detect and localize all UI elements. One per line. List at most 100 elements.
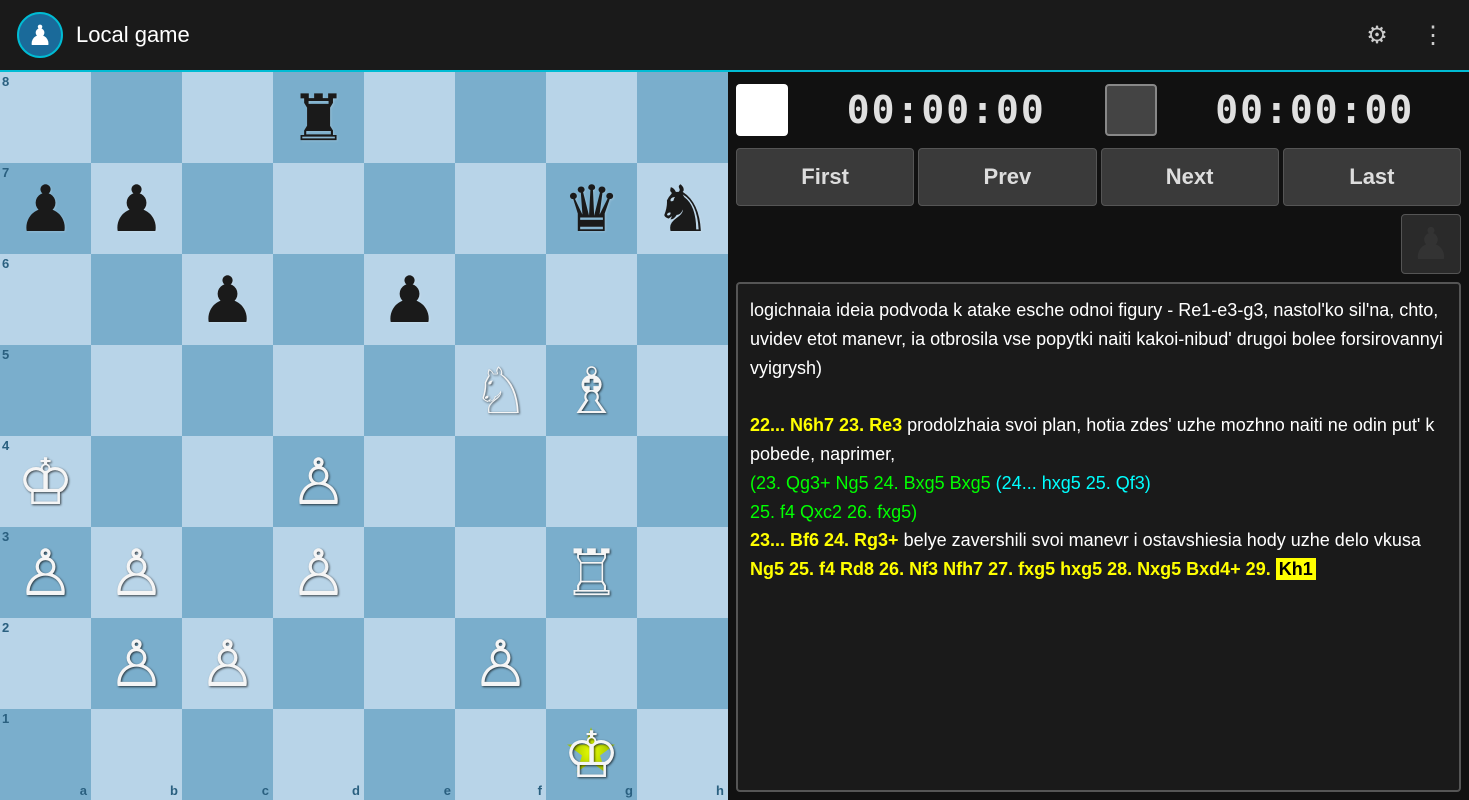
board-cell-e5[interactable] bbox=[364, 345, 455, 436]
board-cell-c3[interactable] bbox=[182, 527, 273, 618]
piece-d3: ♙ bbox=[290, 541, 347, 605]
board-cell-a3[interactable]: 3♙ bbox=[0, 527, 91, 618]
board-cell-d4[interactable]: ♙ bbox=[273, 436, 364, 527]
board-cell-e7[interactable] bbox=[364, 163, 455, 254]
board-cell-b5[interactable] bbox=[91, 345, 182, 436]
board-cell-h3[interactable] bbox=[637, 527, 728, 618]
board-cell-b7[interactable]: ♟ bbox=[91, 163, 182, 254]
board-cell-e6[interactable]: ♟ bbox=[364, 254, 455, 345]
board-cell-h4[interactable] bbox=[637, 436, 728, 527]
white-player-icon bbox=[736, 84, 788, 136]
titlebar: ♟ Local game ⚙ ⋮ bbox=[0, 0, 1469, 72]
board-cell-f6[interactable] bbox=[455, 254, 546, 345]
board-cell-h5[interactable] bbox=[637, 345, 728, 436]
board-cell-b8[interactable] bbox=[91, 72, 182, 163]
piece-g1: ♔ bbox=[563, 723, 620, 787]
board-cell-e4[interactable] bbox=[364, 436, 455, 527]
rank-label-7: 7 bbox=[2, 165, 9, 180]
commentary-box[interactable]: logichnaia ideia podvoda k atake esche o… bbox=[736, 282, 1461, 792]
board-cell-e2[interactable] bbox=[364, 618, 455, 709]
board-cell-f5[interactable]: ♘ bbox=[455, 345, 546, 436]
settings-icon[interactable]: ⚙ bbox=[1357, 15, 1397, 55]
board-cell-d7[interactable] bbox=[273, 163, 364, 254]
rank-label-1: 1 bbox=[2, 711, 9, 726]
board-cell-c4[interactable] bbox=[182, 436, 273, 527]
board-cell-g7[interactable]: ♛ bbox=[546, 163, 637, 254]
main-content: 8♜7♟♟♛♞6♟♟5♘♗4♔♙3♙♙♙♖2♙♙♙1abcdefg♔h 00:0… bbox=[0, 72, 1469, 800]
board-cell-f2[interactable]: ♙ bbox=[455, 618, 546, 709]
white-timer: 00:00:00 bbox=[800, 88, 1093, 132]
board-cell-a7[interactable]: 7♟ bbox=[0, 163, 91, 254]
file-label-c: c bbox=[262, 783, 269, 798]
next-button[interactable]: Next bbox=[1101, 148, 1279, 206]
piece-c2: ♙ bbox=[199, 632, 256, 696]
file-label-d: d bbox=[352, 783, 360, 798]
board-cell-g8[interactable] bbox=[546, 72, 637, 163]
nav-buttons: First Prev Next Last bbox=[736, 148, 1461, 206]
first-button[interactable]: First bbox=[736, 148, 914, 206]
board-cell-a1[interactable]: 1a bbox=[0, 709, 91, 800]
board-cell-a6[interactable]: 6 bbox=[0, 254, 91, 345]
piece-e6: ♟ bbox=[381, 268, 438, 332]
board-cell-e1[interactable]: e bbox=[364, 709, 455, 800]
commentary-text1: logichnaia ideia podvoda k atake esche o… bbox=[750, 300, 1443, 378]
piece-d4: ♙ bbox=[290, 450, 347, 514]
piece-g5: ♗ bbox=[563, 359, 620, 423]
file-label-f: f bbox=[538, 783, 542, 798]
board-cell-f7[interactable] bbox=[455, 163, 546, 254]
board-cell-e8[interactable] bbox=[364, 72, 455, 163]
board-cell-g1[interactable]: g♔ bbox=[546, 709, 637, 800]
board-cell-a8[interactable]: 8 bbox=[0, 72, 91, 163]
board-cell-b2[interactable]: ♙ bbox=[91, 618, 182, 709]
piece-a4: ♔ bbox=[17, 450, 74, 514]
board-cell-h2[interactable] bbox=[637, 618, 728, 709]
board-cell-b6[interactable] bbox=[91, 254, 182, 345]
board-cell-g6[interactable] bbox=[546, 254, 637, 345]
board-cell-g4[interactable] bbox=[546, 436, 637, 527]
chess-board[interactable]: 8♜7♟♟♛♞6♟♟5♘♗4♔♙3♙♙♙♖2♙♙♙1abcdefg♔h bbox=[0, 72, 728, 800]
board-cell-h6[interactable] bbox=[637, 254, 728, 345]
board-cell-f1[interactable]: f bbox=[455, 709, 546, 800]
board-cell-c8[interactable] bbox=[182, 72, 273, 163]
more-icon[interactable]: ⋮ bbox=[1413, 15, 1453, 55]
board-cell-c6[interactable]: ♟ bbox=[182, 254, 273, 345]
board-cell-c2[interactable]: ♙ bbox=[182, 618, 273, 709]
board-cell-d8[interactable]: ♜ bbox=[273, 72, 364, 163]
board-cell-a4[interactable]: 4♔ bbox=[0, 436, 91, 527]
rank-label-3: 3 bbox=[2, 529, 9, 544]
commentary-variation1: (23. Qg3+ Ng5 24. Bxg5 Bxg5 bbox=[750, 473, 991, 493]
piece-a7: ♟ bbox=[17, 177, 74, 241]
board-cell-g3[interactable]: ♖ bbox=[546, 527, 637, 618]
board-cell-b3[interactable]: ♙ bbox=[91, 527, 182, 618]
board-cell-f4[interactable] bbox=[455, 436, 546, 527]
commentary-move2: 23... Bf6 24. Rg3+ bbox=[750, 530, 899, 550]
prev-button[interactable]: Prev bbox=[918, 148, 1096, 206]
board-cell-b4[interactable] bbox=[91, 436, 182, 527]
piece-a3: ♙ bbox=[17, 541, 74, 605]
board-cell-g2[interactable] bbox=[546, 618, 637, 709]
black-player-icon bbox=[1105, 84, 1157, 136]
board-cell-h1[interactable]: h bbox=[637, 709, 728, 800]
board-cell-b1[interactable]: b bbox=[91, 709, 182, 800]
commentary-last-move: Kh1 bbox=[1276, 558, 1316, 580]
board-cell-d1[interactable]: d bbox=[273, 709, 364, 800]
board-cell-a2[interactable]: 2 bbox=[0, 618, 91, 709]
board-cell-c1[interactable]: c bbox=[182, 709, 273, 800]
board-cell-c5[interactable] bbox=[182, 345, 273, 436]
board-cell-d2[interactable] bbox=[273, 618, 364, 709]
board-cell-d5[interactable] bbox=[273, 345, 364, 436]
thumb-row: ♟ bbox=[736, 214, 1461, 274]
piece-d8: ♜ bbox=[290, 86, 347, 150]
board-cell-e3[interactable] bbox=[364, 527, 455, 618]
board-cell-a5[interactable]: 5 bbox=[0, 345, 91, 436]
app-icon: ♟ bbox=[16, 11, 64, 59]
board-cell-h7[interactable]: ♞ bbox=[637, 163, 728, 254]
board-cell-f3[interactable] bbox=[455, 527, 546, 618]
last-button[interactable]: Last bbox=[1283, 148, 1461, 206]
board-cell-g5[interactable]: ♗ bbox=[546, 345, 637, 436]
board-cell-d3[interactable]: ♙ bbox=[273, 527, 364, 618]
board-cell-f8[interactable] bbox=[455, 72, 546, 163]
board-cell-h8[interactable] bbox=[637, 72, 728, 163]
board-cell-d6[interactable] bbox=[273, 254, 364, 345]
board-cell-c7[interactable] bbox=[182, 163, 273, 254]
